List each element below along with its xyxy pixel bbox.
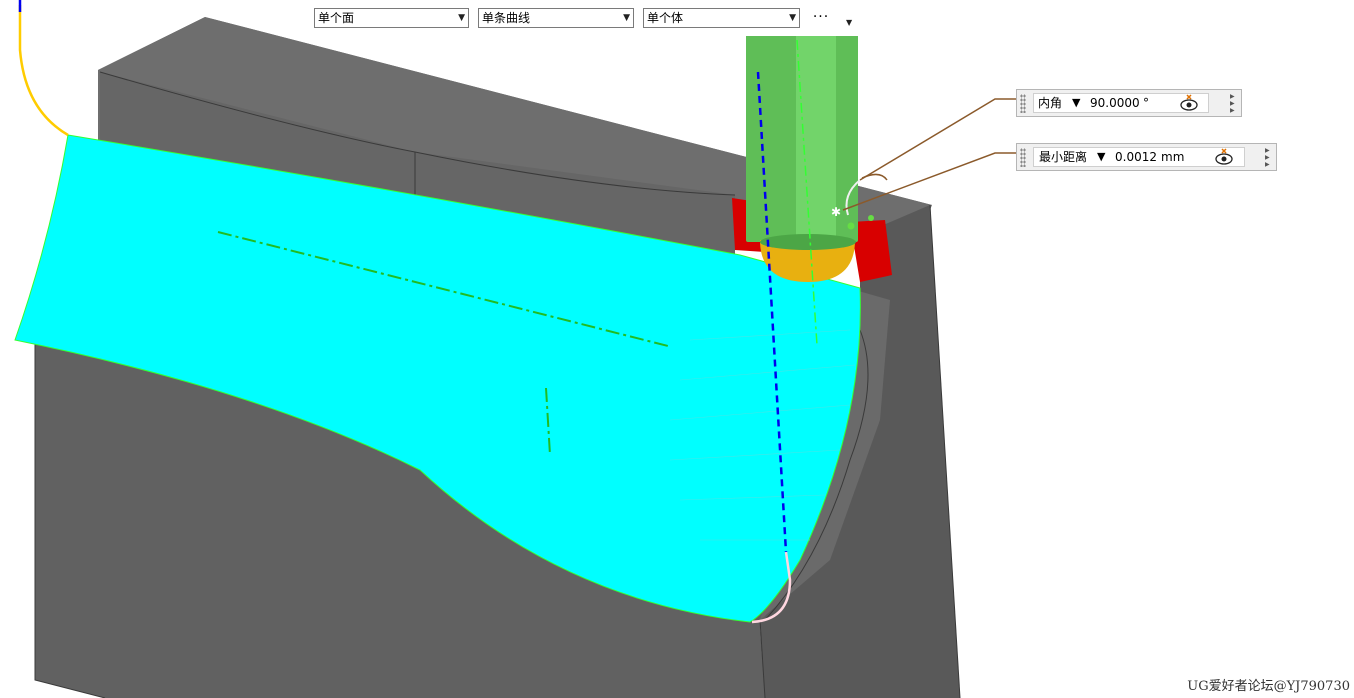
distance-type-dropdown[interactable]: ▼ (1097, 147, 1105, 167)
angle-leader (859, 98, 1018, 181)
angle-label: 内角 (1038, 96, 1063, 110)
toolbar-overflow-icon[interactable]: ▼ (846, 18, 852, 27)
eye-icon[interactable] (1214, 148, 1234, 166)
watermark: UG爱好者论坛@YJ790730 (1187, 679, 1350, 694)
angle-unit: ° (1143, 96, 1149, 110)
drag-handle-icon[interactable] (1020, 94, 1026, 113)
chevron-down-icon: ▼ (623, 13, 630, 23)
guide-curve (18, 5, 69, 137)
handle-point[interactable] (847, 222, 855, 230)
body-rule-dropdown[interactable]: 单个体 ▼ (643, 8, 800, 28)
distance-unit: mm (1161, 150, 1185, 164)
selection-filter-bar: 单个面 ▼ 单条曲线 ▼ 单个体 ▼ ··· ▼ (300, 0, 860, 36)
distance-label: 最小距离 (1039, 150, 1088, 164)
body-rule-value: 单个体 (647, 11, 684, 25)
spinner-icon[interactable]: ▶ ▶ ▶ (1265, 147, 1273, 168)
anchor-star: ✱ (831, 205, 841, 219)
handle-point[interactable] (868, 215, 874, 221)
curve-rule-dropdown[interactable]: 单条曲线 ▼ (478, 8, 634, 28)
tool-neck (760, 234, 856, 250)
chevron-down-icon: ▼ (789, 13, 796, 23)
angle-hud: 内角 ▼ 90.0000 ° ▶ ▶ ▶ (1016, 89, 1242, 117)
drag-handle-icon[interactable] (1020, 148, 1026, 167)
spinner-icon[interactable]: ▶ ▶ ▶ (1230, 93, 1238, 114)
distance-value[interactable]: 0.0012 (1115, 147, 1157, 167)
face-rule-value: 单个面 (318, 11, 355, 25)
tool-shank-highlight (796, 20, 836, 242)
angle-type-dropdown[interactable]: ▼ (1072, 93, 1080, 113)
distance-hud: 最小距离 ▼ 0.0012 mm ▶ ▶ ▶ (1016, 143, 1277, 171)
angle-value[interactable]: 90.0000 (1090, 93, 1140, 113)
more-options-button[interactable]: ··· (810, 8, 832, 28)
curve-rule-value: 单条曲线 (482, 11, 531, 25)
chevron-down-icon: ▼ (458, 13, 465, 23)
face-rule-dropdown[interactable]: 单个面 ▼ (314, 8, 469, 28)
eye-icon[interactable] (1179, 94, 1199, 112)
